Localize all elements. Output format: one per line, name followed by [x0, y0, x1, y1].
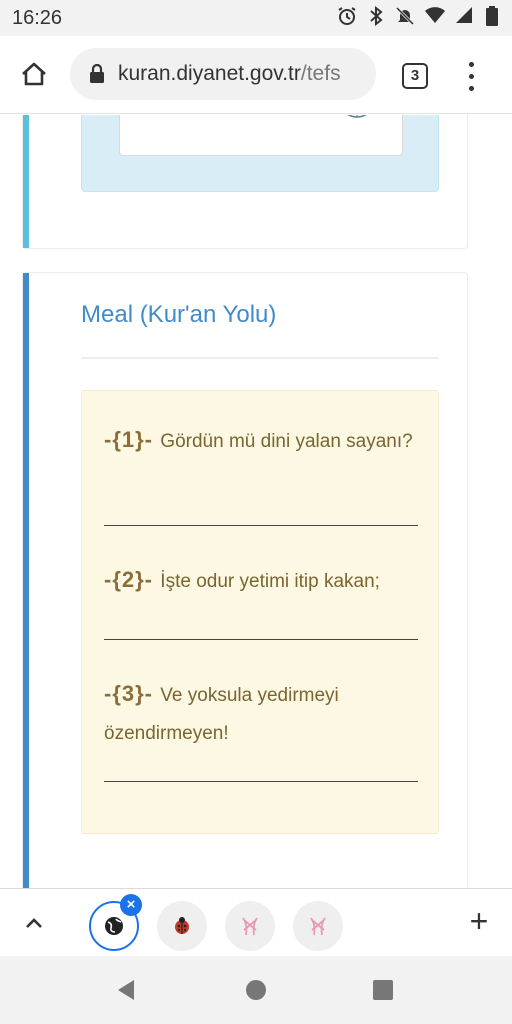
page-content[interactable]: Meal (Kur'an Yolu) -{1}- Gördün mü dini … — [0, 115, 512, 888]
recents-icon[interactable] — [373, 980, 393, 1000]
home-button[interactable] — [14, 54, 54, 94]
info-box — [81, 115, 439, 192]
card-accent — [23, 273, 29, 888]
signal-icon — [453, 6, 473, 28]
wifi-icon — [424, 6, 445, 28]
meal-title: Meal (Kur'an Yolu) — [81, 301, 277, 328]
card-accent — [23, 115, 29, 248]
verse-item: -{1}- Gördün mü dini yalan sayanı? — [104, 421, 418, 461]
verse-number: -{3}- — [104, 681, 154, 706]
tab-item[interactable] — [225, 901, 275, 951]
home-nav-icon[interactable] — [246, 980, 266, 1000]
globe-icon — [105, 917, 123, 935]
verse-item: -{3}- Ve yoksula yedirmeyi özendirmeyen! — [104, 675, 418, 753]
verse-text: Gördün mü dini yalan sayanı? — [160, 431, 413, 452]
verse-text: İşte odur yetimi itip kakan; — [160, 571, 380, 592]
divider — [81, 357, 439, 359]
menu-dot — [468, 85, 474, 91]
battery-icon — [482, 6, 502, 28]
new-tab-button[interactable]: + — [464, 905, 494, 937]
ballet-icon — [310, 917, 326, 936]
verse-separator — [104, 781, 418, 782]
verse-separator — [104, 639, 418, 640]
tab-item[interactable] — [157, 901, 207, 951]
status-bar: 16:26 — [0, 0, 512, 36]
url-path: /tefs — [300, 62, 341, 85]
back-icon[interactable] — [114, 978, 138, 1002]
home-icon — [22, 62, 46, 86]
image-frame — [119, 115, 403, 156]
lock-icon — [86, 62, 108, 86]
bluetooth-icon — [366, 5, 386, 28]
previous-card — [22, 115, 468, 249]
menu-dot — [468, 61, 474, 67]
tab-item[interactable] — [293, 901, 343, 951]
overflow-menu-button[interactable] — [458, 58, 484, 94]
status-time: 16:26 — [12, 7, 63, 29]
verse-number: -{1}- — [104, 427, 154, 452]
chevron-up-icon[interactable] — [22, 911, 46, 935]
browser-toolbar: kuran.diyanet.gov.tr/tefs 3 — [0, 36, 512, 114]
verse-separator — [104, 525, 418, 526]
verses-box: -{1}- Gördün mü dini yalan sayanı? -{2}-… — [81, 390, 439, 834]
system-nav-bar — [0, 956, 512, 1024]
ornament-icon — [347, 115, 367, 118]
do-not-disturb-icon — [395, 6, 415, 28]
url-host: kuran.diyanet.gov.tr — [118, 62, 301, 85]
verse-number: -{2}- — [104, 567, 154, 592]
verse-item: -{2}- İşte odur yetimi itip kakan; — [104, 561, 418, 601]
ballet-icon — [242, 917, 258, 936]
meal-card: Meal (Kur'an Yolu) -{1}- Gördün mü dini … — [22, 272, 468, 888]
alarm-icon — [337, 6, 357, 28]
address-bar[interactable]: kuran.diyanet.gov.tr/tefs — [70, 48, 376, 100]
menu-dot — [468, 73, 474, 79]
close-tab-button[interactable]: × — [120, 894, 142, 916]
url-text: kuran.diyanet.gov.tr/tefs — [118, 62, 341, 86]
status-icons — [337, 5, 502, 28]
ladybug-icon — [175, 917, 189, 934]
tab-switcher-button[interactable]: 3 — [402, 63, 428, 89]
tab-strip: × + — [0, 888, 512, 956]
